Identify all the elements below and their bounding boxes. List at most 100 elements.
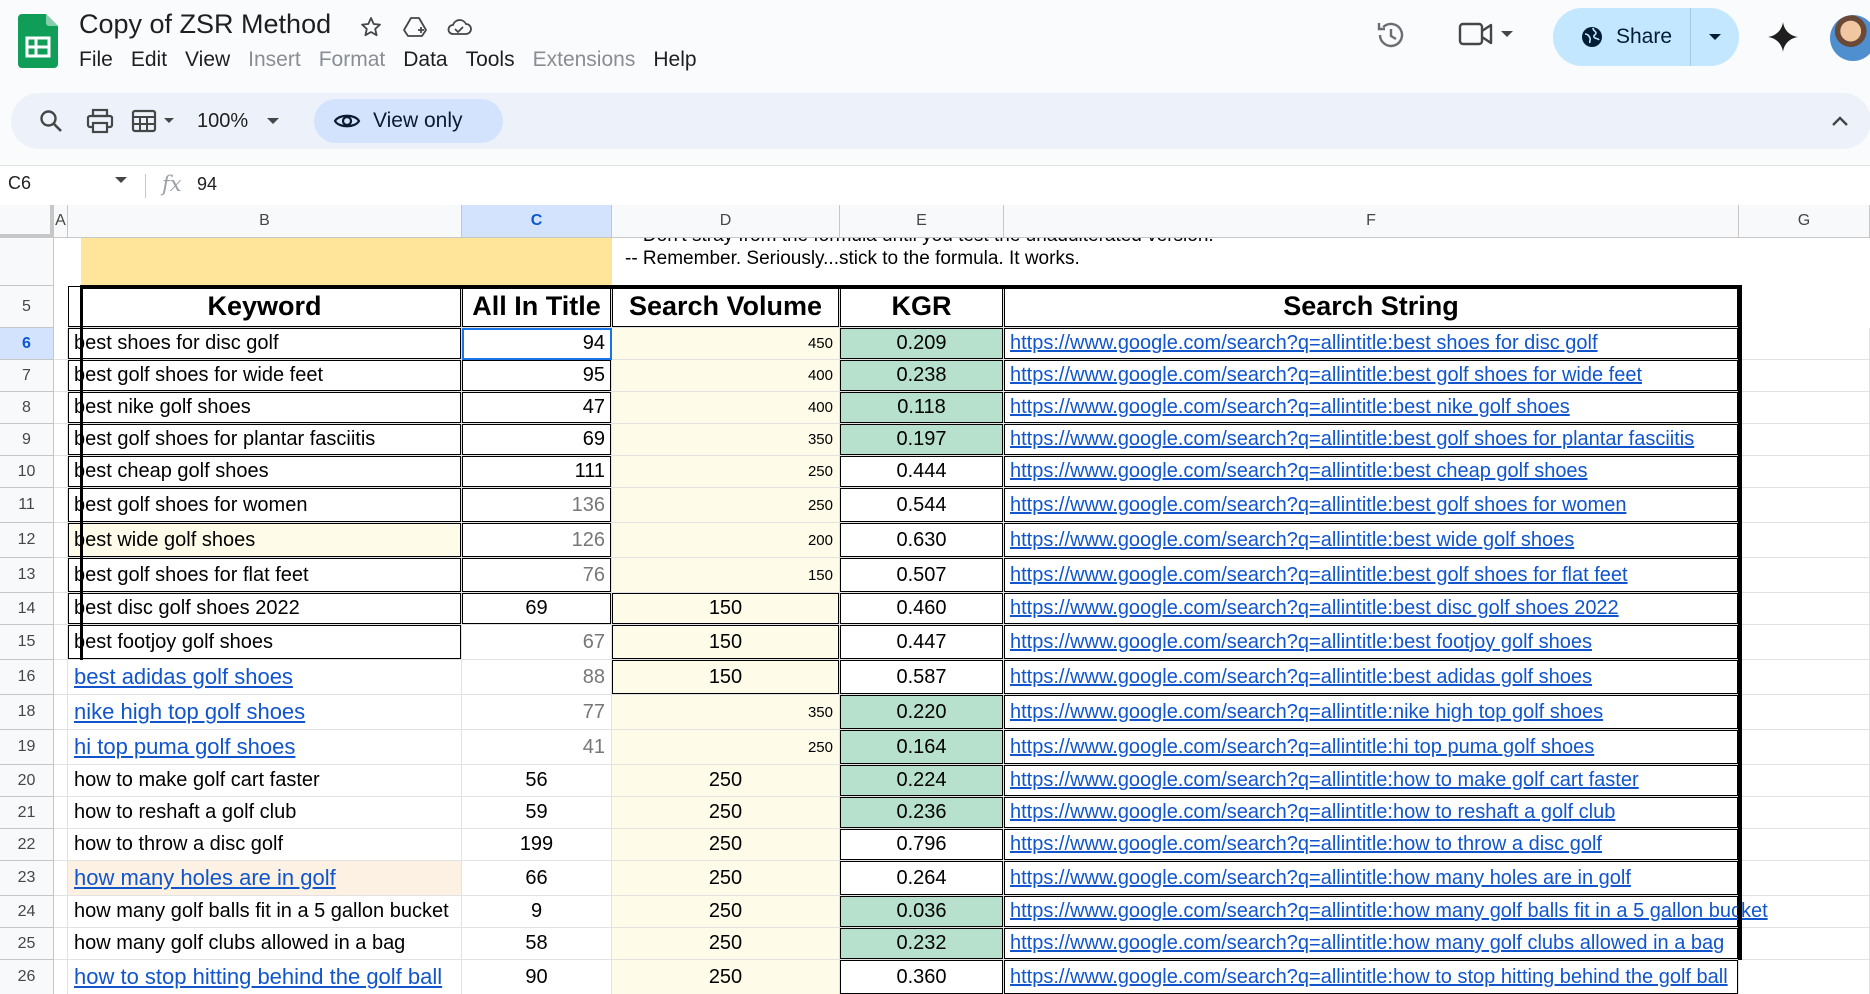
search-volume-cell[interactable]: 250: [612, 797, 840, 829]
search-string-link[interactable]: https://www.google.com/search?q=allintit…: [1004, 797, 1739, 829]
version-history-icon[interactable]: [1374, 18, 1408, 52]
row-header-16[interactable]: 16: [0, 660, 54, 695]
row-header-10[interactable]: 10: [0, 456, 54, 488]
zoom-select[interactable]: 100%: [197, 93, 280, 149]
search-volume-cell[interactable]: 350: [612, 695, 840, 730]
cell-g13[interactable]: [1739, 558, 1870, 593]
row-header-24[interactable]: 24: [0, 896, 54, 928]
kgr-cell[interactable]: 0.360: [840, 960, 1004, 994]
name-box[interactable]: C6: [8, 173, 128, 194]
cell-g10[interactable]: [1739, 456, 1870, 488]
search-string-link[interactable]: https://www.google.com/search?q=allintit…: [1004, 730, 1739, 765]
all-in-title-cell[interactable]: 136: [462, 488, 612, 523]
cell-g9[interactable]: [1739, 424, 1870, 456]
search-volume-cell[interactable]: 250: [612, 730, 840, 765]
kgr-cell[interactable]: 0.220: [840, 695, 1004, 730]
menu-data[interactable]: Data: [394, 46, 456, 74]
kgr-cell[interactable]: 0.209: [840, 328, 1004, 360]
row-header-21[interactable]: 21: [0, 797, 54, 829]
all-in-title-cell[interactable]: 59: [462, 797, 612, 829]
collapse-toolbar-button[interactable]: [1831, 93, 1849, 149]
column-header-c[interactable]: C: [462, 205, 612, 238]
kgr-cell[interactable]: 0.118: [840, 392, 1004, 424]
search-volume-cell[interactable]: 150: [612, 660, 840, 695]
kgr-cell[interactable]: 0.238: [840, 360, 1004, 392]
cell-g20[interactable]: [1739, 765, 1870, 797]
all-in-title-cell[interactable]: 88: [462, 660, 612, 695]
kgr-cell[interactable]: 0.164: [840, 730, 1004, 765]
keyword-cell[interactable]: best golf shoes for wide feet: [68, 360, 462, 392]
account-avatar[interactable]: [1830, 15, 1870, 61]
cell-g18[interactable]: [1739, 695, 1870, 730]
row-header-14[interactable]: 14: [0, 593, 54, 625]
keyword-cell[interactable]: best wide golf shoes: [68, 523, 462, 558]
search-volume-cell[interactable]: 450: [612, 328, 840, 360]
keyword-cell[interactable]: how many golf clubs allowed in a bag: [68, 928, 462, 960]
column-header-a[interactable]: A: [54, 205, 68, 238]
kgr-cell[interactable]: 0.444: [840, 456, 1004, 488]
cell-g8[interactable]: [1739, 392, 1870, 424]
cell-a15[interactable]: [54, 625, 68, 660]
row-header-25[interactable]: 25: [0, 928, 54, 960]
cell-g19[interactable]: [1739, 730, 1870, 765]
view-only-button[interactable]: View only: [314, 99, 503, 143]
cell-a8[interactable]: [54, 392, 68, 424]
kgr-cell[interactable]: 0.544: [840, 488, 1004, 523]
all-in-title-cell[interactable]: 9: [462, 896, 612, 928]
kgr-cell[interactable]: 0.460: [840, 593, 1004, 625]
row-header-7[interactable]: 7: [0, 360, 54, 392]
row-header-8[interactable]: 8: [0, 392, 54, 424]
kgr-cell[interactable]: 0.796: [840, 829, 1004, 861]
keyword-cell[interactable]: how many holes are in golf: [68, 861, 462, 896]
cloud-status-icon[interactable]: [444, 12, 474, 42]
row-header-12[interactable]: 12: [0, 523, 54, 558]
column-header-d[interactable]: D: [612, 205, 840, 238]
kgr-cell[interactable]: 0.197: [840, 424, 1004, 456]
cell-a19[interactable]: [54, 730, 68, 765]
all-in-title-cell[interactable]: 199: [462, 829, 612, 861]
search-volume-cell[interactable]: 250: [612, 861, 840, 896]
header-search-string[interactable]: Search String: [1004, 286, 1739, 328]
paint-format-button[interactable]: [131, 93, 175, 149]
kgr-cell[interactable]: 0.264: [840, 861, 1004, 896]
all-in-title-cell[interactable]: 77: [462, 695, 612, 730]
cell-a13[interactable]: [54, 558, 68, 593]
all-in-title-cell[interactable]: 94: [462, 328, 612, 360]
menu-help[interactable]: Help: [644, 46, 705, 74]
column-header-g[interactable]: G: [1739, 205, 1870, 238]
kgr-cell[interactable]: 0.036: [840, 896, 1004, 928]
cell-a12[interactable]: [54, 523, 68, 558]
kgr-cell[interactable]: 0.507: [840, 558, 1004, 593]
all-in-title-cell[interactable]: 126: [462, 523, 612, 558]
all-in-title-cell[interactable]: 58: [462, 928, 612, 960]
keyword-cell[interactable]: best golf shoes for plantar fasciitis: [68, 424, 462, 456]
search-string-link[interactable]: https://www.google.com/search?q=allintit…: [1004, 328, 1739, 360]
search-string-link[interactable]: https://www.google.com/search?q=allintit…: [1004, 829, 1739, 861]
cell-g11[interactable]: [1739, 488, 1870, 523]
share-button[interactable]: Share: [1553, 8, 1691, 66]
search-volume-cell[interactable]: 250: [612, 456, 840, 488]
all-in-title-cell[interactable]: 111: [462, 456, 612, 488]
cell-a22[interactable]: [54, 829, 68, 861]
header-kgr[interactable]: KGR: [840, 286, 1004, 328]
keyword-cell[interactable]: best golf shoes for women: [68, 488, 462, 523]
keyword-cell[interactable]: how to make golf cart faster: [68, 765, 462, 797]
cell-g15[interactable]: [1739, 625, 1870, 660]
print-button[interactable]: [86, 93, 114, 149]
search-volume-cell[interactable]: 150: [612, 593, 840, 625]
search-string-link[interactable]: https://www.google.com/search?q=allintit…: [1004, 424, 1739, 456]
row-header-15[interactable]: 15: [0, 625, 54, 660]
search-string-link[interactable]: https://www.google.com/search?q=allintit…: [1004, 360, 1739, 392]
kgr-cell[interactable]: 0.587: [840, 660, 1004, 695]
header-all-in-title[interactable]: All In Title: [462, 286, 612, 328]
cell-a20[interactable]: [54, 765, 68, 797]
kgr-cell[interactable]: 0.224: [840, 765, 1004, 797]
search-string-link[interactable]: https://www.google.com/search?q=allintit…: [1004, 660, 1739, 695]
cell-a25[interactable]: [54, 928, 68, 960]
keyword-cell[interactable]: nike high top golf shoes: [68, 695, 462, 730]
keyword-cell[interactable]: best nike golf shoes: [68, 392, 462, 424]
search-string-link[interactable]: https://www.google.com/search?q=allintit…: [1004, 558, 1739, 593]
menu-extensions[interactable]: Extensions: [524, 46, 645, 74]
search-volume-cell[interactable]: 150: [612, 558, 840, 593]
search-volume-cell[interactable]: 250: [612, 896, 840, 928]
